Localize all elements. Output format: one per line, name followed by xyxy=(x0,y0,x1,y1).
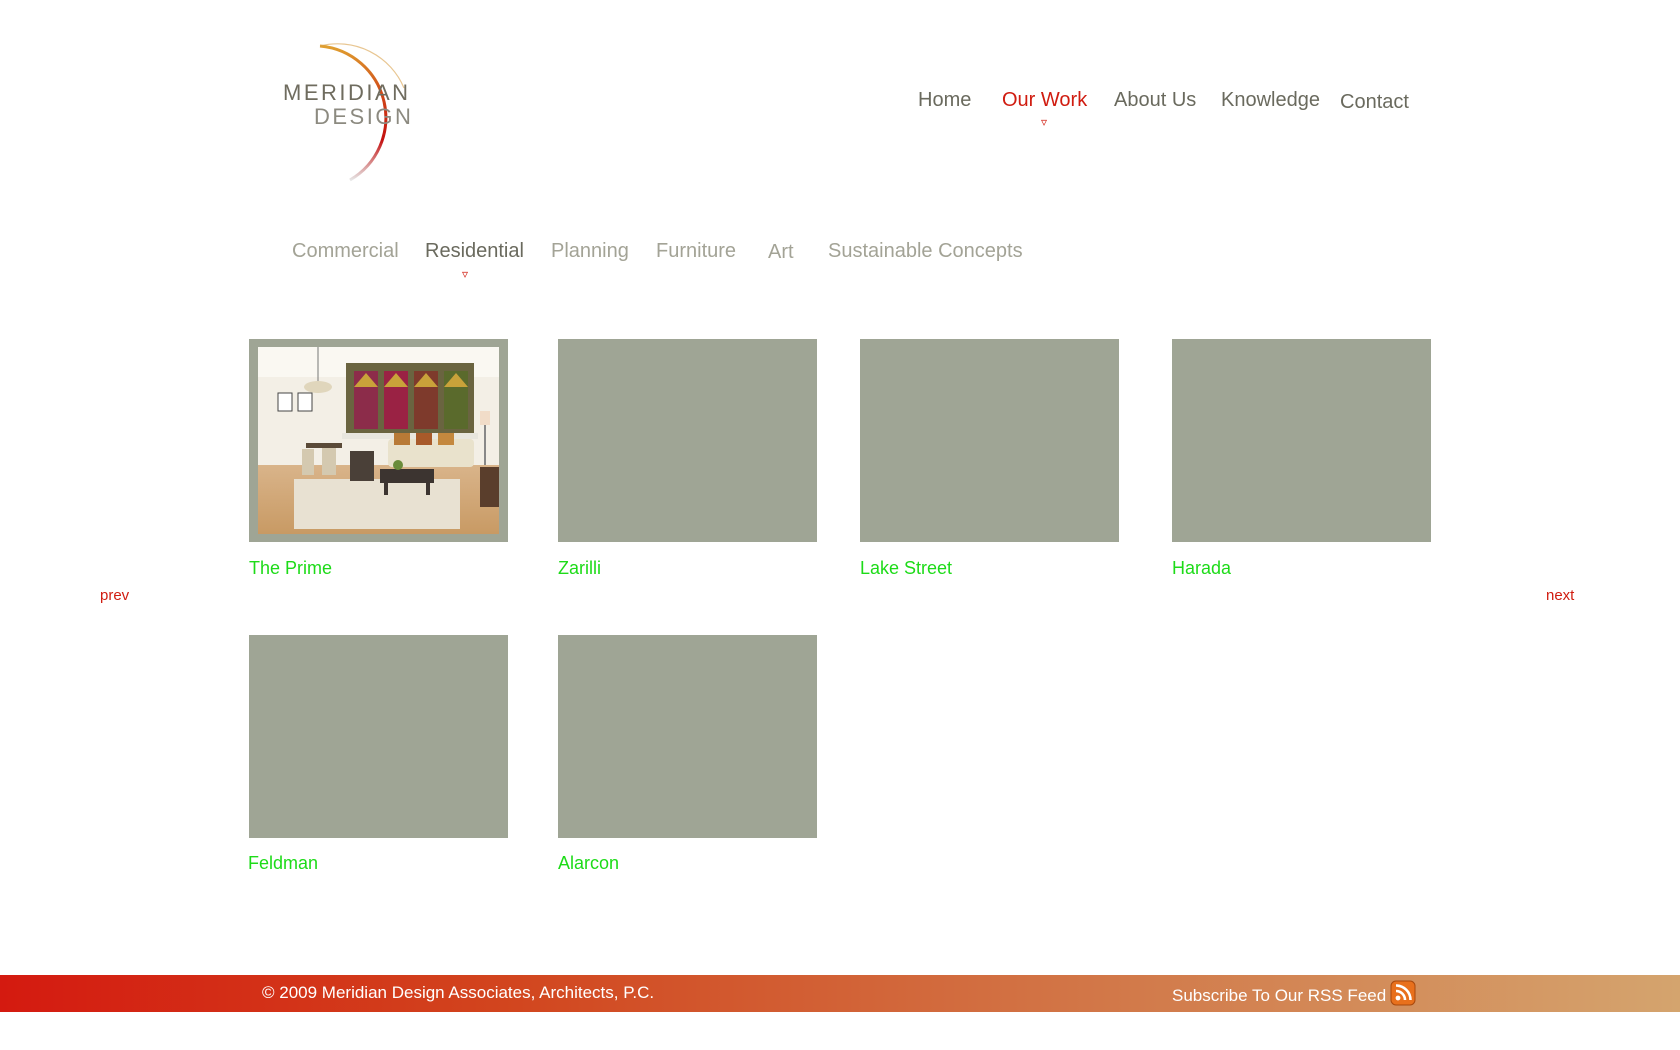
site-logo[interactable]: MERIDIAN DESIGN xyxy=(262,38,442,188)
project-thumbnail-zarilli[interactable] xyxy=(558,339,817,542)
category-sustainable-concepts[interactable]: Sustainable Concepts xyxy=(828,240,1023,263)
project-thumbnail-lake-street[interactable] xyxy=(860,339,1119,542)
logo-text-design: DESIGN xyxy=(314,104,414,129)
prev-link[interactable]: prev xyxy=(100,587,129,604)
project-thumbnail-harada[interactable] xyxy=(1172,339,1431,542)
nav-about-us[interactable]: About Us xyxy=(1114,89,1196,112)
footer-copyright: © 2009 Meridian Design Associates, Archi… xyxy=(262,983,655,1002)
next-link[interactable]: next xyxy=(1546,587,1574,604)
category-active-marker-icon: ▿ xyxy=(462,267,469,281)
project-title-lake-street[interactable]: Lake Street xyxy=(860,558,952,579)
project-title-the-prime[interactable]: The Prime xyxy=(249,558,332,579)
nav-active-marker-icon: ▿ xyxy=(1041,115,1048,129)
project-thumbnail-the-prime[interactable] xyxy=(249,339,508,542)
category-furniture[interactable]: Furniture xyxy=(656,240,736,263)
project-title-feldman[interactable]: Feldman xyxy=(248,853,318,874)
project-title-zarilli[interactable]: Zarilli xyxy=(558,558,601,579)
nav-knowledge[interactable]: Knowledge xyxy=(1221,89,1320,112)
project-photo-the-prime xyxy=(258,347,499,534)
project-title-harada[interactable]: Harada xyxy=(1172,558,1231,579)
project-thumbnail-feldman[interactable] xyxy=(249,635,508,838)
category-commercial[interactable]: Commercial xyxy=(292,240,399,263)
nav-our-work[interactable]: Our Work xyxy=(1002,89,1087,112)
logo-text-meridian: MERIDIAN xyxy=(283,80,411,105)
rss-feed-icon[interactable] xyxy=(1390,980,1416,1006)
project-thumbnail-alarcon[interactable] xyxy=(558,635,817,838)
nav-home[interactable]: Home xyxy=(918,89,971,112)
footer-bar: © 2009 Meridian Design Associates, Archi… xyxy=(0,975,1680,1012)
project-title-alarcon[interactable]: Alarcon xyxy=(558,853,619,874)
category-residential[interactable]: Residential xyxy=(425,240,524,263)
rss-subscribe-link[interactable]: Subscribe To Our RSS Feed xyxy=(1172,986,1386,1006)
nav-contact[interactable]: Contact xyxy=(1340,91,1409,114)
category-planning[interactable]: Planning xyxy=(551,240,629,263)
category-art[interactable]: Art xyxy=(768,241,794,264)
